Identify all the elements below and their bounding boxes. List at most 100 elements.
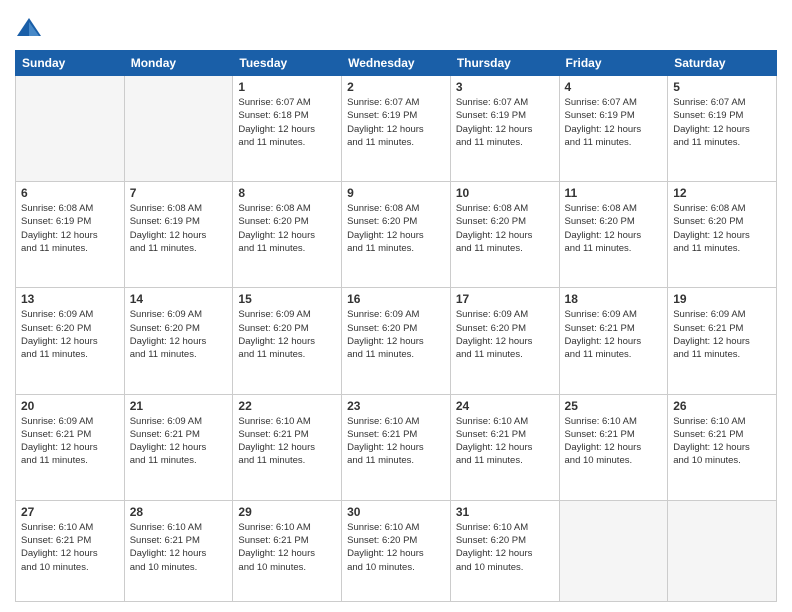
day-info: Sunrise: 6:09 AM Sunset: 6:20 PM Dayligh… — [130, 308, 228, 361]
weekday-header: Friday — [559, 51, 668, 76]
calendar-cell: 30 Sunrise: 6:10 AM Sunset: 6:20 PM Dayli… — [342, 500, 451, 601]
day-info: Sunrise: 6:08 AM Sunset: 6:20 PM Dayligh… — [456, 202, 554, 255]
day-info: Sunrise: 6:08 AM Sunset: 6:19 PM Dayligh… — [21, 202, 119, 255]
calendar-cell: 15 Sunrise: 6:09 AM Sunset: 6:20 PM Dayli… — [233, 288, 342, 394]
weekday-header: Wednesday — [342, 51, 451, 76]
calendar-cell: 7 Sunrise: 6:08 AM Sunset: 6:19 PM Daylig… — [124, 182, 233, 288]
day-info: Sunrise: 6:08 AM Sunset: 6:20 PM Dayligh… — [565, 202, 663, 255]
calendar-cell: 12 Sunrise: 6:08 AM Sunset: 6:20 PM Dayli… — [668, 182, 777, 288]
calendar-cell — [559, 500, 668, 601]
day-number: 18 — [565, 292, 663, 306]
day-number: 19 — [673, 292, 771, 306]
day-number: 9 — [347, 186, 445, 200]
day-info: Sunrise: 6:09 AM Sunset: 6:20 PM Dayligh… — [238, 308, 336, 361]
calendar-cell: 8 Sunrise: 6:08 AM Sunset: 6:20 PM Daylig… — [233, 182, 342, 288]
weekday-header: Saturday — [668, 51, 777, 76]
calendar-cell: 3 Sunrise: 6:07 AM Sunset: 6:19 PM Daylig… — [450, 76, 559, 182]
day-info: Sunrise: 6:10 AM Sunset: 6:21 PM Dayligh… — [673, 415, 771, 468]
day-info: Sunrise: 6:07 AM Sunset: 6:19 PM Dayligh… — [347, 96, 445, 149]
day-info: Sunrise: 6:10 AM Sunset: 6:21 PM Dayligh… — [456, 415, 554, 468]
day-number: 10 — [456, 186, 554, 200]
day-number: 28 — [130, 505, 228, 519]
calendar-cell: 22 Sunrise: 6:10 AM Sunset: 6:21 PM Dayli… — [233, 394, 342, 500]
calendar-cell: 24 Sunrise: 6:10 AM Sunset: 6:21 PM Dayli… — [450, 394, 559, 500]
calendar-cell — [124, 76, 233, 182]
calendar-cell: 6 Sunrise: 6:08 AM Sunset: 6:19 PM Daylig… — [16, 182, 125, 288]
calendar-cell: 5Sunrise: 6:07 AM Sunset: 6:19 PM Daylig… — [668, 76, 777, 182]
calendar-cell: 17 Sunrise: 6:09 AM Sunset: 6:20 PM Dayli… — [450, 288, 559, 394]
day-number: 15 — [238, 292, 336, 306]
day-number: 31 — [456, 505, 554, 519]
weekday-header: Sunday — [16, 51, 125, 76]
day-number: 3 — [456, 80, 554, 94]
day-info: Sunrise: 6:10 AM Sunset: 6:21 PM Dayligh… — [238, 521, 336, 574]
day-info: Sunrise: 6:08 AM Sunset: 6:19 PM Dayligh… — [130, 202, 228, 255]
day-info: Sunrise: 6:07 AM Sunset: 6:19 PM Dayligh… — [565, 96, 663, 149]
day-number: 14 — [130, 292, 228, 306]
calendar-cell: 26 Sunrise: 6:10 AM Sunset: 6:21 PM Dayli… — [668, 394, 777, 500]
day-info: Sunrise: 6:09 AM Sunset: 6:20 PM Dayligh… — [21, 308, 119, 361]
day-number: 8 — [238, 186, 336, 200]
calendar-cell — [668, 500, 777, 601]
logo — [15, 14, 47, 42]
day-info: Sunrise: 6:10 AM Sunset: 6:21 PM Dayligh… — [565, 415, 663, 468]
calendar-cell: 23 Sunrise: 6:10 AM Sunset: 6:21 PM Dayli… — [342, 394, 451, 500]
calendar-cell: 19 Sunrise: 6:09 AM Sunset: 6:21 PM Dayli… — [668, 288, 777, 394]
day-info: Sunrise: 6:10 AM Sunset: 6:21 PM Dayligh… — [21, 521, 119, 574]
calendar-cell: 27 Sunrise: 6:10 AM Sunset: 6:21 PM Dayli… — [16, 500, 125, 601]
day-info: Sunrise: 6:08 AM Sunset: 6:20 PM Dayligh… — [673, 202, 771, 255]
day-info: Sunrise: 6:10 AM Sunset: 6:21 PM Dayligh… — [130, 521, 228, 574]
day-number: 16 — [347, 292, 445, 306]
logo-icon — [15, 14, 43, 42]
day-number: 7 — [130, 186, 228, 200]
day-info: Sunrise: 6:09 AM Sunset: 6:20 PM Dayligh… — [456, 308, 554, 361]
day-info: Sunrise: 6:10 AM Sunset: 6:21 PM Dayligh… — [238, 415, 336, 468]
header — [15, 10, 777, 42]
weekday-header: Tuesday — [233, 51, 342, 76]
weekday-header: Thursday — [450, 51, 559, 76]
calendar-cell: 16Sunrise: 6:09 AM Sunset: 6:20 PM Dayli… — [342, 288, 451, 394]
day-number: 25 — [565, 399, 663, 413]
day-number: 29 — [238, 505, 336, 519]
calendar-cell: 2 Sunrise: 6:07 AM Sunset: 6:19 PM Daylig… — [342, 76, 451, 182]
calendar-cell: 10 Sunrise: 6:08 AM Sunset: 6:20 PM Dayli… — [450, 182, 559, 288]
day-number: 22 — [238, 399, 336, 413]
calendar-cell: 1Sunrise: 6:07 AM Sunset: 6:18 PM Daylig… — [233, 76, 342, 182]
calendar-table: SundayMondayTuesdayWednesdayThursdayFrid… — [15, 50, 777, 602]
calendar-cell: 21Sunrise: 6:09 AM Sunset: 6:21 PM Dayli… — [124, 394, 233, 500]
day-info: Sunrise: 6:08 AM Sunset: 6:20 PM Dayligh… — [238, 202, 336, 255]
day-number: 30 — [347, 505, 445, 519]
calendar-cell: 20Sunrise: 6:09 AM Sunset: 6:21 PM Dayli… — [16, 394, 125, 500]
day-info: Sunrise: 6:07 AM Sunset: 6:19 PM Dayligh… — [673, 96, 771, 149]
day-number: 13 — [21, 292, 119, 306]
calendar-cell: 31 Sunrise: 6:10 AM Sunset: 6:20 PM Dayli… — [450, 500, 559, 601]
day-number: 27 — [21, 505, 119, 519]
day-info: Sunrise: 6:09 AM Sunset: 6:21 PM Dayligh… — [673, 308, 771, 361]
calendar-cell: 9Sunrise: 6:08 AM Sunset: 6:20 PM Daylig… — [342, 182, 451, 288]
day-number: 20 — [21, 399, 119, 413]
day-number: 21 — [130, 399, 228, 413]
day-number: 11 — [565, 186, 663, 200]
calendar-cell: 29 Sunrise: 6:10 AM Sunset: 6:21 PM Dayli… — [233, 500, 342, 601]
calendar-cell — [16, 76, 125, 182]
day-info: Sunrise: 6:07 AM Sunset: 6:19 PM Dayligh… — [456, 96, 554, 149]
day-number: 17 — [456, 292, 554, 306]
calendar-cell: 25 Sunrise: 6:10 AM Sunset: 6:21 PM Dayli… — [559, 394, 668, 500]
day-info: Sunrise: 6:10 AM Sunset: 6:21 PM Dayligh… — [347, 415, 445, 468]
calendar-cell: 18Sunrise: 6:09 AM Sunset: 6:21 PM Dayli… — [559, 288, 668, 394]
day-number: 4 — [565, 80, 663, 94]
day-number: 2 — [347, 80, 445, 94]
day-number: 12 — [673, 186, 771, 200]
calendar-cell: 11 Sunrise: 6:08 AM Sunset: 6:20 PM Dayli… — [559, 182, 668, 288]
day-info: Sunrise: 6:07 AM Sunset: 6:18 PM Dayligh… — [238, 96, 336, 149]
calendar-cell: 13 Sunrise: 6:09 AM Sunset: 6:20 PM Dayli… — [16, 288, 125, 394]
day-number: 24 — [456, 399, 554, 413]
day-info: Sunrise: 6:10 AM Sunset: 6:20 PM Dayligh… — [347, 521, 445, 574]
calendar-cell: 4 Sunrise: 6:07 AM Sunset: 6:19 PM Daylig… — [559, 76, 668, 182]
weekday-header: Monday — [124, 51, 233, 76]
calendar-page: SundayMondayTuesdayWednesdayThursdayFrid… — [0, 0, 792, 612]
day-number: 23 — [347, 399, 445, 413]
day-info: Sunrise: 6:10 AM Sunset: 6:20 PM Dayligh… — [456, 521, 554, 574]
day-number: 26 — [673, 399, 771, 413]
day-number: 6 — [21, 186, 119, 200]
